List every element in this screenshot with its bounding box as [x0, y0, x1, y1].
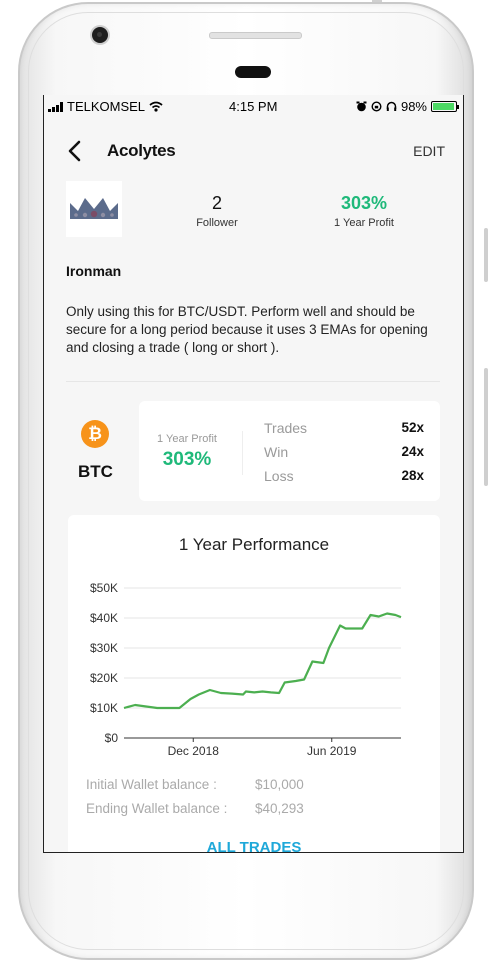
speaker-grille [209, 32, 302, 39]
initial-balance-label: Initial Wallet balance : [86, 777, 217, 792]
alarm-icon [356, 101, 367, 112]
front-camera [92, 27, 108, 43]
volume-up-button [484, 228, 488, 282]
win-value: 24x [401, 444, 424, 459]
initial-balance-row: Initial Wallet balance : $10,000 [86, 777, 304, 792]
performance-chart: $0 $10K $20K $30K $40K $50K Dec 2018 Jun 2019 [90, 581, 402, 758]
power-button [484, 368, 488, 486]
coin-symbol: BTC [78, 462, 113, 481]
x-tick-label: Dec 2018 [168, 744, 220, 758]
signal-icon [48, 101, 63, 112]
battery-percent: 98% [400, 99, 427, 114]
wifi-icon [149, 101, 163, 112]
headphones-icon [386, 101, 397, 111]
ending-balance-value: $40,293 [255, 801, 304, 816]
x-tick-label: Jun 2019 [307, 744, 357, 758]
win-label: Win [264, 444, 289, 460]
all-trades-button[interactable]: ALL TRADES [68, 839, 440, 852]
y-tick-label: $30K [90, 641, 118, 655]
rotation-lock-icon [371, 101, 382, 112]
card-divider [242, 431, 243, 475]
page-title: Acolytes [107, 141, 176, 160]
ending-balance-label: Ending Wallet balance : [86, 801, 228, 816]
followers-stat: 2 Follower [192, 193, 242, 229]
edit-button[interactable]: EDIT [413, 143, 445, 159]
profit-label: 1 Year Profit [334, 217, 394, 229]
performance-title: 1 Year Performance [178, 535, 330, 554]
balance-series-line [123, 612, 402, 710]
strategy-name: Ironman [66, 263, 122, 279]
loss-value: 28x [401, 468, 424, 483]
status-time: 4:15 PM [229, 99, 278, 114]
status-bar: TELKOMSEL 4:15 PM 98% [44, 95, 463, 117]
y-tick-label: $10K [90, 701, 118, 715]
divider [66, 381, 440, 382]
chevron-left-icon[interactable] [64, 139, 86, 163]
y-tick-label: $0 [105, 731, 119, 745]
y-tick-label: $20K [90, 671, 118, 685]
trades-value: 52x [401, 420, 424, 435]
app-screen: TELKOMSEL 4:15 PM 98% Acolytes EDIT 2 Fo… [43, 95, 464, 853]
followers-label: Follower [196, 217, 238, 229]
crown-icon [70, 198, 118, 219]
profit-value: 303% [340, 193, 388, 213]
trades-label: Trades [264, 420, 308, 436]
battery-icon [431, 101, 459, 112]
avatar [66, 181, 122, 237]
strategy-description: Only using this for BTC/USDT. Perform we… [66, 304, 428, 355]
y-tick-label: $40K [90, 611, 118, 625]
initial-balance-value: $10,000 [255, 777, 304, 792]
loss-label: Loss [264, 468, 294, 484]
ending-balance-row: Ending Wallet balance : $40,293 [86, 801, 304, 816]
bitcoin-icon: ₿ [81, 420, 109, 448]
card-profit-label: 1 Year Profit [157, 433, 217, 445]
trade-stats-card: 1 Year Profit 303% Trades 52x Win 24x Lo… [139, 401, 440, 501]
earpiece [235, 66, 271, 78]
followers-count: 2 [211, 193, 222, 213]
card-profit-value: 303% [162, 449, 212, 470]
profit-stat: 303% 1 Year Profit [324, 193, 404, 229]
performance-card: 1 Year Performance $0 $10K $20K $30K $40K $50… [68, 515, 440, 852]
y-tick-label: $50K [90, 581, 118, 595]
carrier-name: TELKOMSEL [67, 99, 146, 114]
